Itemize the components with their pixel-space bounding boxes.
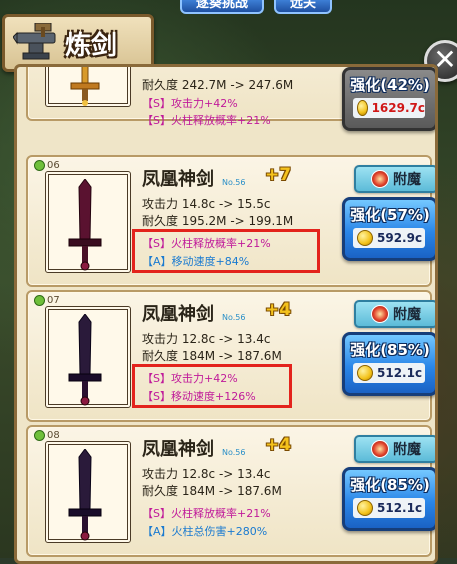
durability-stat: 耐久度 242.7M -> 247.6M — [142, 78, 294, 92]
cost-box: 1629.7c — [353, 98, 425, 118]
item-name: 凤凰神剑 — [142, 169, 214, 190]
green-dot-icon — [34, 295, 45, 306]
green-dot-icon — [34, 160, 45, 171]
durability-stat: 耐久度 195.2M -> 199.1M — [142, 214, 294, 228]
attribute-line: 【S】火柱释放概率+21% — [142, 114, 271, 127]
item-level: No.56 — [222, 178, 246, 187]
sword-thumbnail — [45, 306, 131, 408]
upgrade-label: 强化(85%) — [350, 476, 430, 494]
top-tabs: 逐葵挑战 远关 — [180, 0, 333, 14]
enchant-button[interactable]: 附魔 — [354, 435, 435, 463]
list-item-partial: 耐久度 242.7M -> 247.6M 【S】攻击力+42% 【S】火柱释放概… — [26, 67, 435, 131]
tab-challenge[interactable]: 逐葵挑战 — [180, 0, 265, 14]
gold-coin-icon — [357, 100, 368, 116]
gold-coin-icon — [357, 230, 373, 246]
page-title: 炼剑 — [65, 30, 118, 61]
item-name: 凤凰神剑 — [142, 304, 214, 325]
item-index: 07 — [34, 295, 60, 306]
attribute-line: 【S】火柱释放概率+21% — [142, 507, 271, 520]
enhance-level: +4 — [265, 435, 292, 455]
item-level: No.56 — [222, 313, 246, 322]
durability-stat: 耐久度 184M -> 187.6M — [142, 349, 282, 363]
enhance-level: +4 — [265, 300, 292, 320]
list-item: 08 凤凰神剑 No.56 +4 攻击力 12.8c -> 13.4c 耐久度 … — [26, 425, 435, 557]
attribute-line: 【S】攻击力+42% — [142, 97, 238, 110]
attack-stat: 攻击力 14.8c -> 15.5c — [142, 197, 271, 211]
upgrade-cost: 1629.7c — [371, 101, 425, 115]
cost-box: 592.9c — [353, 228, 425, 248]
item-list-panel[interactable]: 耐久度 242.7M -> 247.6M 【S】攻击力+42% 【S】火柱释放概… — [14, 64, 438, 564]
upgrade-label: 强化(85%) — [350, 341, 430, 359]
attack-stat: 攻击力 12.8c -> 13.4c — [142, 467, 271, 481]
upgrade-button[interactable]: 强化(85%) 512.1c — [342, 467, 435, 531]
durability-stat: 耐久度 184M -> 187.6M — [142, 484, 282, 498]
item-index: 06 — [34, 160, 60, 171]
phoenix-sword-icon — [68, 449, 102, 541]
anvil-icon — [12, 22, 59, 63]
list-item: 07 凤凰神剑 No.56 +4 攻击力 12.8c -> 13.4c 耐久度 … — [26, 290, 435, 422]
enchant-button[interactable]: 附魔 — [354, 300, 435, 328]
upgrade-cost: 592.9c — [377, 231, 423, 245]
enchant-icon — [371, 440, 389, 458]
tab-far[interactable]: 远关 — [274, 0, 333, 14]
cost-box: 512.1c — [353, 498, 425, 518]
gold-coin-icon — [357, 500, 373, 516]
enhance-level: +7 — [265, 165, 292, 185]
upgrade-button[interactable]: 强化(57%) 592.9c — [342, 197, 435, 261]
attribute-line: 【A】火柱总伤害+280% — [142, 525, 268, 538]
upgrade-label: 强化(42%) — [350, 76, 430, 94]
phoenix-sword-icon — [68, 179, 102, 271]
item-level: No.56 — [222, 448, 246, 457]
enchant-button[interactable]: 附魔 — [354, 165, 435, 193]
highlight-box — [132, 364, 292, 408]
cost-box: 512.1c — [353, 363, 425, 383]
upgrade-button[interactable]: 强化(42%) 1629.7c — [342, 67, 435, 131]
enchant-icon — [371, 170, 389, 188]
sword-thumbnail — [45, 171, 131, 273]
phoenix-sword-icon — [68, 314, 102, 406]
highlight-box — [132, 229, 320, 273]
gold-coin-icon — [357, 365, 373, 381]
golden-sword-icon — [70, 67, 100, 106]
green-dot-icon — [34, 430, 45, 441]
list-item: 06 凤凰神剑 No.56 +7 攻击力 14.8c -> 15.5c 耐久度 … — [26, 155, 435, 287]
sword-thumbnail — [45, 67, 131, 107]
upgrade-label: 强化(57%) — [350, 206, 430, 224]
upgrade-button[interactable]: 强化(85%) 512.1c — [342, 332, 435, 396]
upgrade-cost: 512.1c — [377, 366, 423, 380]
attack-stat: 攻击力 12.8c -> 13.4c — [142, 332, 271, 346]
item-index: 08 — [34, 430, 60, 441]
enchant-icon — [371, 305, 389, 323]
upgrade-cost: 512.1c — [377, 501, 423, 515]
sword-thumbnail — [45, 441, 131, 543]
item-name: 凤凰神剑 — [142, 439, 214, 460]
